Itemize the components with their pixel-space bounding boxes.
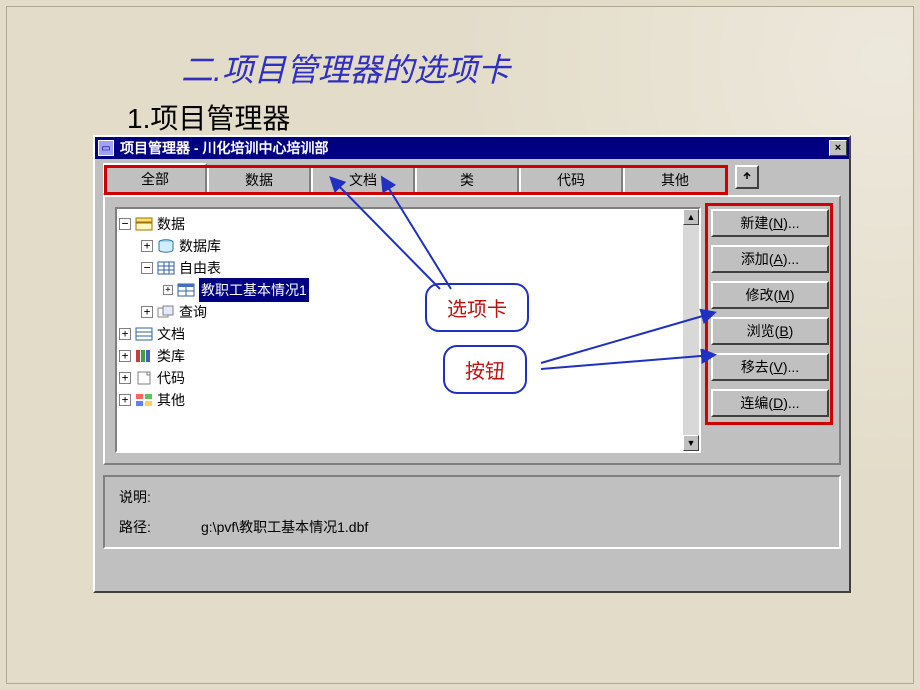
table-icon: [177, 283, 195, 297]
slide-title: 二.项目管理器的选项卡: [181, 45, 893, 91]
tab-bar: 全部 数据 文档 类 代码 其他: [95, 159, 849, 195]
tree-node-other[interactable]: + 其他: [119, 389, 697, 411]
callout-buttons: 按钮: [443, 345, 527, 394]
browse-button[interactable]: 浏览(B): [711, 317, 829, 345]
info-panel: 说明: 路径: g:\pvf\教职工基本情况1.dbf: [103, 475, 841, 549]
tree-label-selected: 教职工基本情况1: [199, 278, 309, 302]
data-icon: [135, 217, 153, 231]
scroll-down-icon[interactable]: ▼: [683, 435, 699, 451]
tab-class[interactable]: 类: [415, 165, 519, 193]
expand-icon[interactable]: +: [119, 350, 131, 362]
collapse-icon[interactable]: −: [119, 218, 131, 230]
tab-doc[interactable]: 文档: [311, 165, 415, 193]
new-button[interactable]: 新建(N)...: [711, 209, 829, 237]
tab-all[interactable]: 全部: [103, 163, 207, 193]
desc-label: 说明:: [119, 487, 171, 507]
tree-node-data[interactable]: − 数据: [119, 213, 697, 235]
tree-label: 类库: [157, 345, 185, 367]
tree-node-code[interactable]: + 代码: [119, 367, 697, 389]
database-icon: [157, 239, 175, 253]
expand-icon[interactable]: +: [119, 394, 131, 406]
sys-icon: ▭: [98, 140, 114, 156]
tree-panel: − 数据 + 数据库 − 自由表: [115, 207, 701, 453]
tree-node-classlib[interactable]: + 类库: [119, 345, 697, 367]
query-icon: [157, 305, 175, 319]
expand-icon[interactable]: +: [163, 285, 173, 295]
tab-data[interactable]: 数据: [207, 165, 311, 193]
expand-icon[interactable]: +: [119, 372, 131, 384]
path-label: 路径:: [119, 517, 171, 537]
action-button-column: 新建(N)... 添加(A)... 修改(M) 浏览(B) 移去(V)... 连…: [711, 207, 829, 453]
table-icon: [157, 261, 175, 275]
tree-node-database[interactable]: + 数据库: [119, 235, 697, 257]
expand-icon[interactable]: +: [141, 306, 153, 318]
classlib-icon: [135, 349, 153, 363]
tree-label: 代码: [157, 367, 185, 389]
tree-node-doc[interactable]: + 文档: [119, 323, 697, 345]
tab-other[interactable]: 其他: [623, 165, 727, 193]
tree-label: 数据: [157, 213, 185, 235]
tree-label: 查询: [179, 301, 207, 323]
tab-code[interactable]: 代码: [519, 165, 623, 193]
tree-node-selected[interactable]: + 教职工基本情况1: [119, 279, 697, 301]
expand-arrow-button[interactable]: [735, 165, 759, 189]
titlebar[interactable]: ▭ 项目管理器 - 川化培训中心培训部 ×: [95, 137, 849, 159]
add-button[interactable]: 添加(A)...: [711, 245, 829, 273]
other-icon: [135, 393, 153, 407]
collapse-icon[interactable]: −: [141, 262, 153, 274]
code-icon: [135, 371, 153, 385]
build-button[interactable]: 连编(D)...: [711, 389, 829, 417]
tree: − 数据 + 数据库 − 自由表: [117, 209, 699, 415]
tree-node-query[interactable]: + 查询: [119, 301, 697, 323]
callout-tabs: 选项卡: [425, 283, 529, 332]
tree-label: 自由表: [179, 257, 221, 279]
doc-icon: [135, 327, 153, 341]
tree-label: 文档: [157, 323, 185, 345]
modify-button[interactable]: 修改(M): [711, 281, 829, 309]
slide-subtitle: 1.项目管理器: [127, 97, 893, 137]
window-title: 项目管理器 - 川化培训中心培训部: [120, 138, 823, 158]
remove-button[interactable]: 移去(V)...: [711, 353, 829, 381]
expand-icon[interactable]: +: [141, 240, 153, 252]
expand-icon[interactable]: +: [119, 328, 131, 340]
tree-node-freetable[interactable]: − 自由表: [119, 257, 697, 279]
tree-label: 其他: [157, 389, 185, 411]
close-button[interactable]: ×: [829, 140, 847, 156]
path-value: g:\pvf\教职工基本情况1.dbf: [201, 517, 368, 537]
scroll-up-icon[interactable]: ▲: [683, 209, 699, 225]
vertical-scrollbar[interactable]: ▲ ▼: [683, 209, 699, 451]
slide: 二.项目管理器的选项卡 1.项目管理器 ▭ 项目管理器 - 川化培训中心培训部 …: [6, 6, 914, 684]
tree-label: 数据库: [179, 235, 221, 257]
